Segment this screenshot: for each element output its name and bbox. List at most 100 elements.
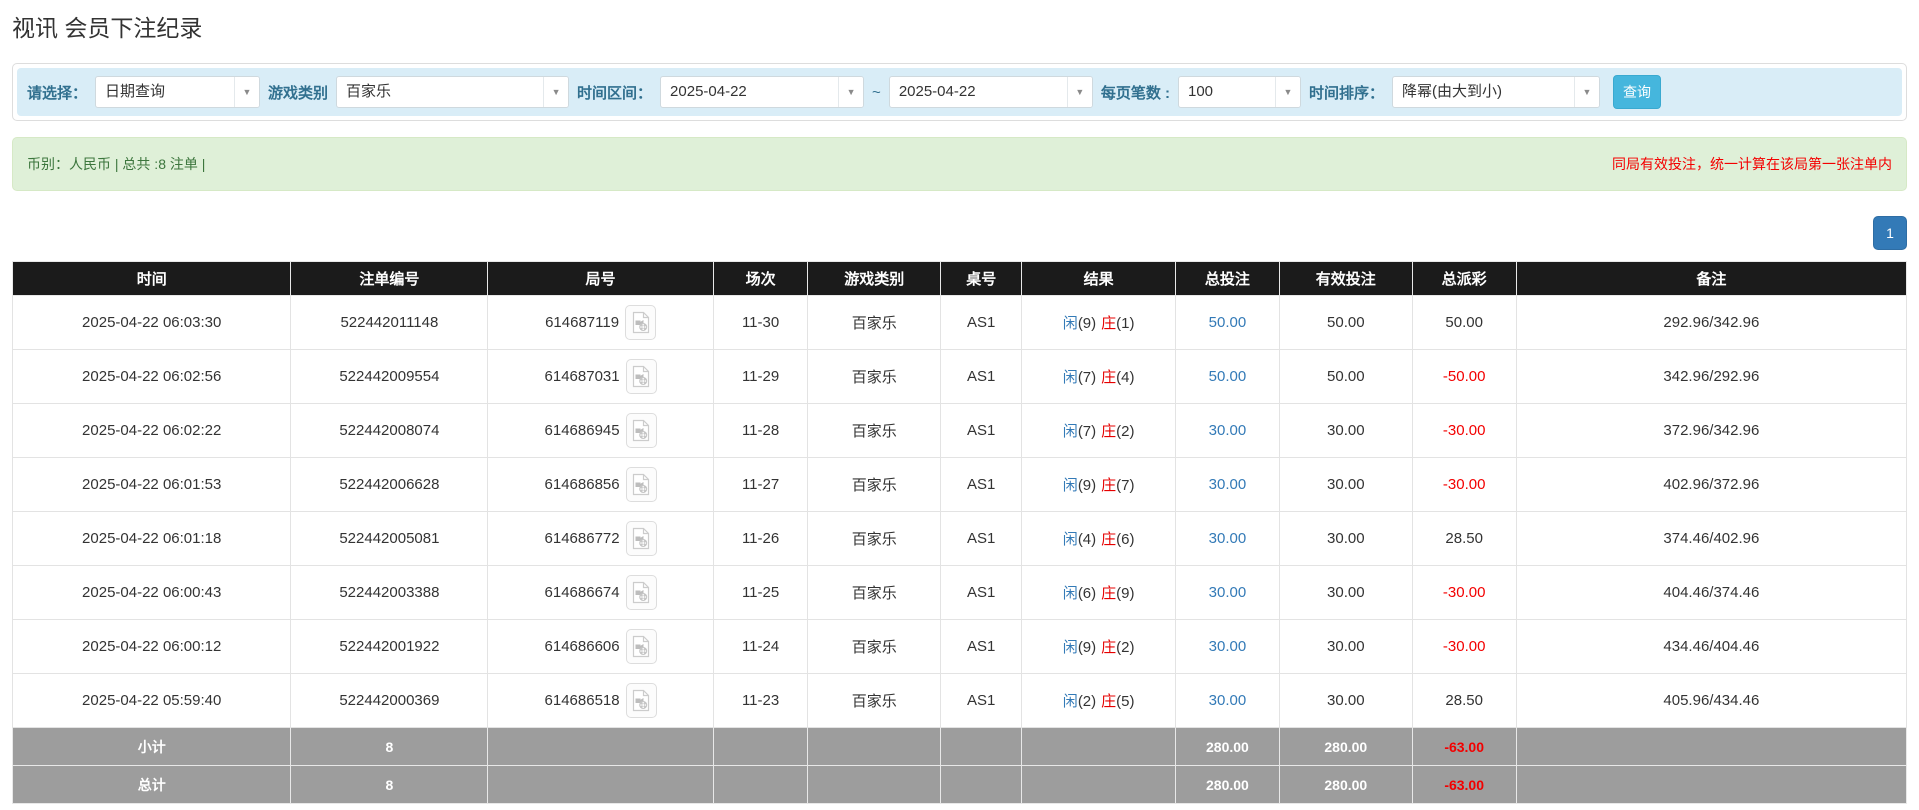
summary-warning-text: 同局有效投注，统一计算在该局第一张注单内 xyxy=(1612,154,1892,174)
video-file-icon xyxy=(631,365,651,388)
video-replay-button[interactable] xyxy=(626,359,657,394)
summary-valid-bet: 280.00 xyxy=(1280,766,1413,804)
result-player-score: (9) xyxy=(1078,477,1096,494)
time-sort-label: 时间排序： xyxy=(1309,82,1384,103)
time-range-label: 时间区间： xyxy=(577,82,652,103)
cell-result: 闲(4)庄(6) xyxy=(1022,512,1175,566)
cell-total-bet: 50.00 xyxy=(1175,296,1279,350)
result-banker-score: (2) xyxy=(1116,639,1134,656)
cell-valid-bet: 30.00 xyxy=(1280,404,1413,458)
chevron-down-icon: ▼ xyxy=(234,77,259,107)
result-banker-label: 庄 xyxy=(1101,639,1116,656)
date-to-input[interactable]: 2025-04-22 ▼ xyxy=(889,76,1093,108)
video-replay-button[interactable] xyxy=(626,683,657,718)
cell-time: 2025-04-22 06:00:43 xyxy=(13,566,291,620)
date-from-input[interactable]: 2025-04-22 ▼ xyxy=(660,76,864,108)
result-player-label: 闲 xyxy=(1063,423,1078,440)
result-banker-score: (4) xyxy=(1116,369,1134,386)
cell-remark: 342.96/292.96 xyxy=(1516,350,1906,404)
pagination: 1 xyxy=(12,216,1907,250)
round-id-text: 614686674 xyxy=(545,584,620,601)
result-banker-label: 庄 xyxy=(1101,477,1116,494)
table-footer: 小计 8 280.00 280.00 -63.00 总计 8 280.00 28… xyxy=(13,728,1907,804)
video-file-icon xyxy=(631,581,651,604)
cell-round-id: 614686856 xyxy=(488,458,713,512)
chevron-down-icon: ▼ xyxy=(543,77,568,107)
column-header: 游戏类别 xyxy=(808,262,941,296)
video-file-icon xyxy=(631,635,651,658)
table-header-row: 时间注单编号局号场次游戏类别桌号结果总投注有效投注总派彩备注 xyxy=(13,262,1907,296)
query-type-select[interactable]: 日期查询 ▼ xyxy=(95,76,260,108)
cell-valid-bet: 50.00 xyxy=(1280,350,1413,404)
cell-remark: 374.46/402.96 xyxy=(1516,512,1906,566)
game-type-label: 游戏类别 xyxy=(268,82,328,103)
total-bet-link[interactable]: 30.00 xyxy=(1209,584,1247,601)
cell-round-id: 614687031 xyxy=(488,350,713,404)
result-player-score: (4) xyxy=(1078,531,1096,548)
cell-game-type: 百家乐 xyxy=(808,404,941,458)
game-type-value: 百家乐 xyxy=(337,77,543,107)
chevron-down-icon: ▼ xyxy=(1067,77,1092,107)
video-file-icon xyxy=(631,419,651,442)
total-bet-link[interactable]: 30.00 xyxy=(1209,638,1247,655)
summary-empty-cell xyxy=(1022,766,1175,804)
pagination-page-1-button[interactable]: 1 xyxy=(1873,216,1907,250)
result-player-label: 闲 xyxy=(1063,693,1078,710)
video-replay-button[interactable] xyxy=(626,467,657,502)
cell-session: 11-29 xyxy=(713,350,808,404)
result-player-score: (9) xyxy=(1078,315,1096,332)
round-id-text: 614686772 xyxy=(545,530,620,547)
cell-round-id: 614686772 xyxy=(488,512,713,566)
cell-valid-bet: 50.00 xyxy=(1280,296,1413,350)
cell-payout: -30.00 xyxy=(1412,620,1516,674)
page-size-select[interactable]: 100 ▼ xyxy=(1178,76,1301,108)
cell-total-bet: 30.00 xyxy=(1175,674,1279,728)
cell-round-id: 614686606 xyxy=(488,620,713,674)
cell-remark: 405.96/434.46 xyxy=(1516,674,1906,728)
cell-game-type: 百家乐 xyxy=(808,296,941,350)
summary-total-bet: 280.00 xyxy=(1175,766,1279,804)
total-bet-link[interactable]: 50.00 xyxy=(1209,368,1247,385)
cell-game-type: 百家乐 xyxy=(808,512,941,566)
cell-game-type: 百家乐 xyxy=(808,620,941,674)
cell-table-no: AS1 xyxy=(941,620,1022,674)
round-id-text: 614686606 xyxy=(545,638,620,655)
video-replay-button[interactable] xyxy=(626,629,657,664)
column-header: 总投注 xyxy=(1175,262,1279,296)
video-replay-button[interactable] xyxy=(625,305,656,340)
cell-session: 11-26 xyxy=(713,512,808,566)
cell-time: 2025-04-22 06:03:30 xyxy=(13,296,291,350)
result-banker-score: (1) xyxy=(1116,315,1134,332)
total-bet-link[interactable]: 30.00 xyxy=(1209,422,1247,439)
table-row: 2025-04-22 06:02:22 522442008074 6146869… xyxy=(13,404,1907,458)
column-header: 总派彩 xyxy=(1412,262,1516,296)
video-replay-button[interactable] xyxy=(626,521,657,556)
summary-currency-count: 币别：人民币 | 总共 :8 注单 | xyxy=(27,154,205,174)
summary-empty-cell xyxy=(1516,728,1906,766)
filter-panel: 请选择： 日期查询 ▼ 游戏类别 百家乐 ▼ 时间区间： 2025-04-22 … xyxy=(12,63,1907,121)
time-sort-select[interactable]: 降幂(由大到小) ▼ xyxy=(1392,76,1600,108)
summary-empty-cell xyxy=(941,766,1022,804)
cell-remark: 372.96/342.96 xyxy=(1516,404,1906,458)
cell-session: 11-28 xyxy=(713,404,808,458)
cell-result: 闲(7)庄(2) xyxy=(1022,404,1175,458)
cell-game-type: 百家乐 xyxy=(808,350,941,404)
game-type-select[interactable]: 百家乐 ▼ xyxy=(336,76,569,108)
total-bet-link[interactable]: 50.00 xyxy=(1209,314,1247,331)
summary-empty-cell xyxy=(808,766,941,804)
total-bet-link[interactable]: 30.00 xyxy=(1209,692,1247,709)
video-replay-button[interactable] xyxy=(626,575,657,610)
search-button[interactable]: 查询 xyxy=(1613,75,1661,109)
column-header: 时间 xyxy=(13,262,291,296)
video-replay-button[interactable] xyxy=(626,413,657,448)
summary-payout: -63.00 xyxy=(1412,766,1516,804)
result-player-score: (7) xyxy=(1078,423,1096,440)
cell-result: 闲(2)庄(5) xyxy=(1022,674,1175,728)
summary-empty-cell xyxy=(713,766,808,804)
cell-valid-bet: 30.00 xyxy=(1280,458,1413,512)
column-header: 桌号 xyxy=(941,262,1022,296)
total-bet-link[interactable]: 30.00 xyxy=(1209,476,1247,493)
cell-result: 闲(7)庄(4) xyxy=(1022,350,1175,404)
table-row: 2025-04-22 06:02:56 522442009554 6146870… xyxy=(13,350,1907,404)
total-bet-link[interactable]: 30.00 xyxy=(1209,530,1247,547)
